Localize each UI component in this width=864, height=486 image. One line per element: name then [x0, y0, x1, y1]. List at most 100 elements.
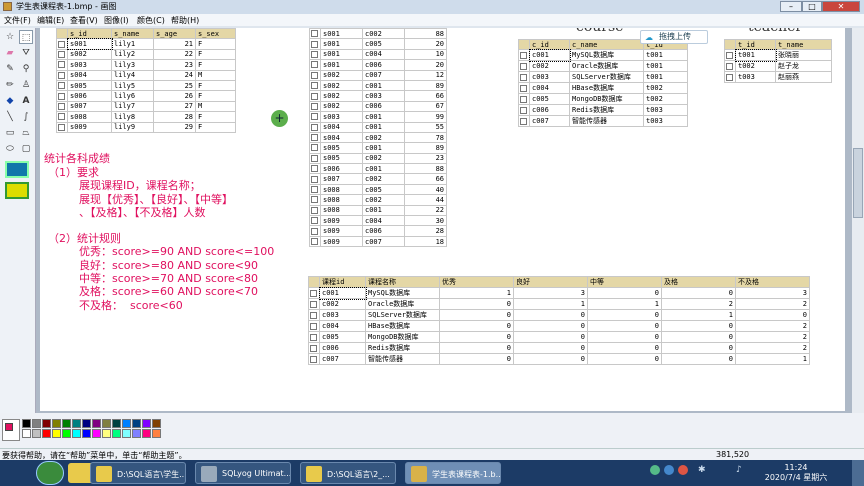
row-checkbox[interactable] [56, 48, 68, 61]
row-checkbox[interactable] [309, 38, 321, 50]
palette-swatch[interactable] [152, 419, 161, 428]
checkbox[interactable] [311, 92, 318, 100]
row-checkbox[interactable] [518, 104, 530, 117]
checkbox[interactable] [58, 123, 65, 131]
palette-swatch[interactable] [102, 419, 111, 428]
show-desktop-button[interactable] [852, 460, 864, 486]
row-checkbox[interactable] [724, 60, 736, 73]
checkbox[interactable] [58, 92, 65, 100]
checkbox[interactable] [726, 51, 733, 59]
fill-style-option-icon[interactable] [5, 161, 29, 178]
checkbox[interactable] [311, 175, 318, 183]
row-checkbox[interactable] [309, 100, 321, 113]
table-row[interactable]: c002 Oracle数据库 t001 [518, 60, 688, 73]
checkbox[interactable] [520, 51, 527, 59]
checkbox[interactable] [311, 61, 318, 69]
table-row[interactable]: c006 Redis数据库 t003 [518, 104, 688, 117]
brush-icon[interactable]: ♙ [19, 78, 33, 92]
free-select-icon[interactable]: ☆ [3, 30, 17, 44]
checkbox[interactable] [311, 206, 318, 214]
checkbox[interactable] [311, 102, 318, 110]
rect-select-icon[interactable]: ⬚ [19, 30, 33, 44]
row-checkbox[interactable] [518, 93, 530, 106]
row-checkbox[interactable] [308, 320, 320, 332]
menu-colors[interactable]: 颜色(C) [137, 15, 165, 26]
row-checkbox[interactable] [309, 152, 321, 165]
table-row[interactable]: c003 SQLServer数据库 0 0 0 1 0 [308, 309, 810, 321]
menu-view[interactable]: 查看(V) [70, 15, 98, 26]
checkbox[interactable] [520, 62, 527, 70]
taskbar-task-1[interactable]: D:\SQL语言\学生... [90, 462, 186, 484]
row-checkbox[interactable] [518, 82, 530, 95]
palette-swatch[interactable] [32, 419, 41, 428]
menu-file[interactable]: 文件(F) [4, 15, 31, 26]
text-icon[interactable]: A [19, 94, 33, 108]
checkbox[interactable] [310, 300, 317, 308]
row-checkbox[interactable] [56, 79, 68, 92]
row-checkbox[interactable] [56, 121, 68, 133]
table-row[interactable]: s008 c002 44 [309, 194, 447, 206]
row-checkbox[interactable] [308, 331, 320, 343]
image-canvas[interactable]: s_id s_name s_age s_sex s001 lily1 21 Fs002… [40, 28, 845, 411]
line-icon[interactable]: ╲ [3, 110, 17, 124]
checkbox[interactable] [310, 311, 317, 319]
table-row[interactable]: s002 c007 12 [309, 69, 447, 81]
table-row[interactable]: s009 c006 28 [309, 225, 447, 237]
pencil-icon[interactable]: ✏ [3, 78, 17, 92]
close-button[interactable]: ✕ [822, 1, 860, 12]
tray-icon-1[interactable] [650, 465, 660, 475]
checkbox[interactable] [310, 289, 317, 297]
row-checkbox[interactable] [56, 100, 68, 113]
row-checkbox[interactable] [56, 90, 68, 102]
palette-swatch[interactable] [22, 419, 31, 428]
table-row[interactable]: s003 lily3 23 F [56, 59, 236, 71]
palette-swatch[interactable] [142, 429, 151, 438]
checkbox[interactable] [311, 154, 318, 162]
paint-app-icon[interactable] [3, 2, 12, 11]
table-row[interactable]: s006 lily6 26 F [56, 90, 236, 102]
taskbar-task-3[interactable]: D:\SQL语言\2_... [300, 462, 396, 484]
table-row[interactable]: s008 lily8 28 F [56, 111, 236, 123]
checkbox[interactable] [520, 95, 527, 103]
checkbox[interactable] [311, 40, 318, 48]
checkbox[interactable] [311, 227, 318, 235]
table-row[interactable]: s004 c002 78 [309, 131, 447, 144]
checkbox[interactable] [311, 165, 318, 173]
row-checkbox[interactable] [309, 225, 321, 237]
curve-icon[interactable]: ∫ [19, 110, 33, 124]
palette-swatch[interactable] [112, 419, 121, 428]
clock[interactable]: 11:24 2020/7/4 星期六 [757, 463, 835, 483]
table-row[interactable]: s009 c004 30 [309, 215, 447, 227]
volume-icon[interactable]: ♪ [736, 465, 742, 475]
palette-swatch[interactable] [62, 419, 71, 428]
table-row[interactable]: s007 c002 66 [309, 173, 447, 185]
row-checkbox[interactable] [309, 194, 321, 206]
table-row[interactable]: s005 c001 89 [309, 142, 447, 154]
checkbox[interactable] [311, 144, 318, 152]
row-checkbox[interactable] [56, 59, 68, 71]
row-checkbox[interactable] [308, 298, 320, 310]
table-row[interactable]: c002 Oracle数据库 0 1 1 2 2 [308, 298, 810, 310]
fill-icon[interactable]: ⛛ [19, 46, 33, 60]
menu-help[interactable]: 帮助(H) [171, 15, 199, 26]
table-row[interactable]: c004 HBase数据库 0 0 0 0 2 [308, 320, 810, 332]
table-row[interactable]: s003 c001 99 [309, 111, 447, 123]
row-checkbox[interactable] [518, 60, 530, 73]
tray-icon-2[interactable] [664, 465, 674, 475]
maximize-button[interactable]: □ [802, 1, 822, 12]
table-row[interactable]: s002 c003 66 [309, 90, 447, 102]
checkbox[interactable] [311, 196, 318, 204]
current-colors[interactable] [2, 419, 20, 441]
checkbox[interactable] [311, 238, 318, 245]
row-checkbox[interactable] [309, 90, 321, 102]
checkbox[interactable] [726, 62, 733, 70]
palette-swatch[interactable] [22, 429, 31, 438]
palette-swatch[interactable] [52, 419, 61, 428]
palette-swatch[interactable] [92, 429, 101, 438]
table-row[interactable]: s006 c001 88 [309, 163, 447, 175]
checkbox[interactable] [58, 82, 65, 90]
airbrush-icon[interactable]: ◆ [3, 94, 17, 108]
palette-swatch[interactable] [152, 429, 161, 438]
checkbox[interactable] [58, 113, 65, 121]
eyedropper-icon[interactable]: ✎ [3, 62, 17, 76]
